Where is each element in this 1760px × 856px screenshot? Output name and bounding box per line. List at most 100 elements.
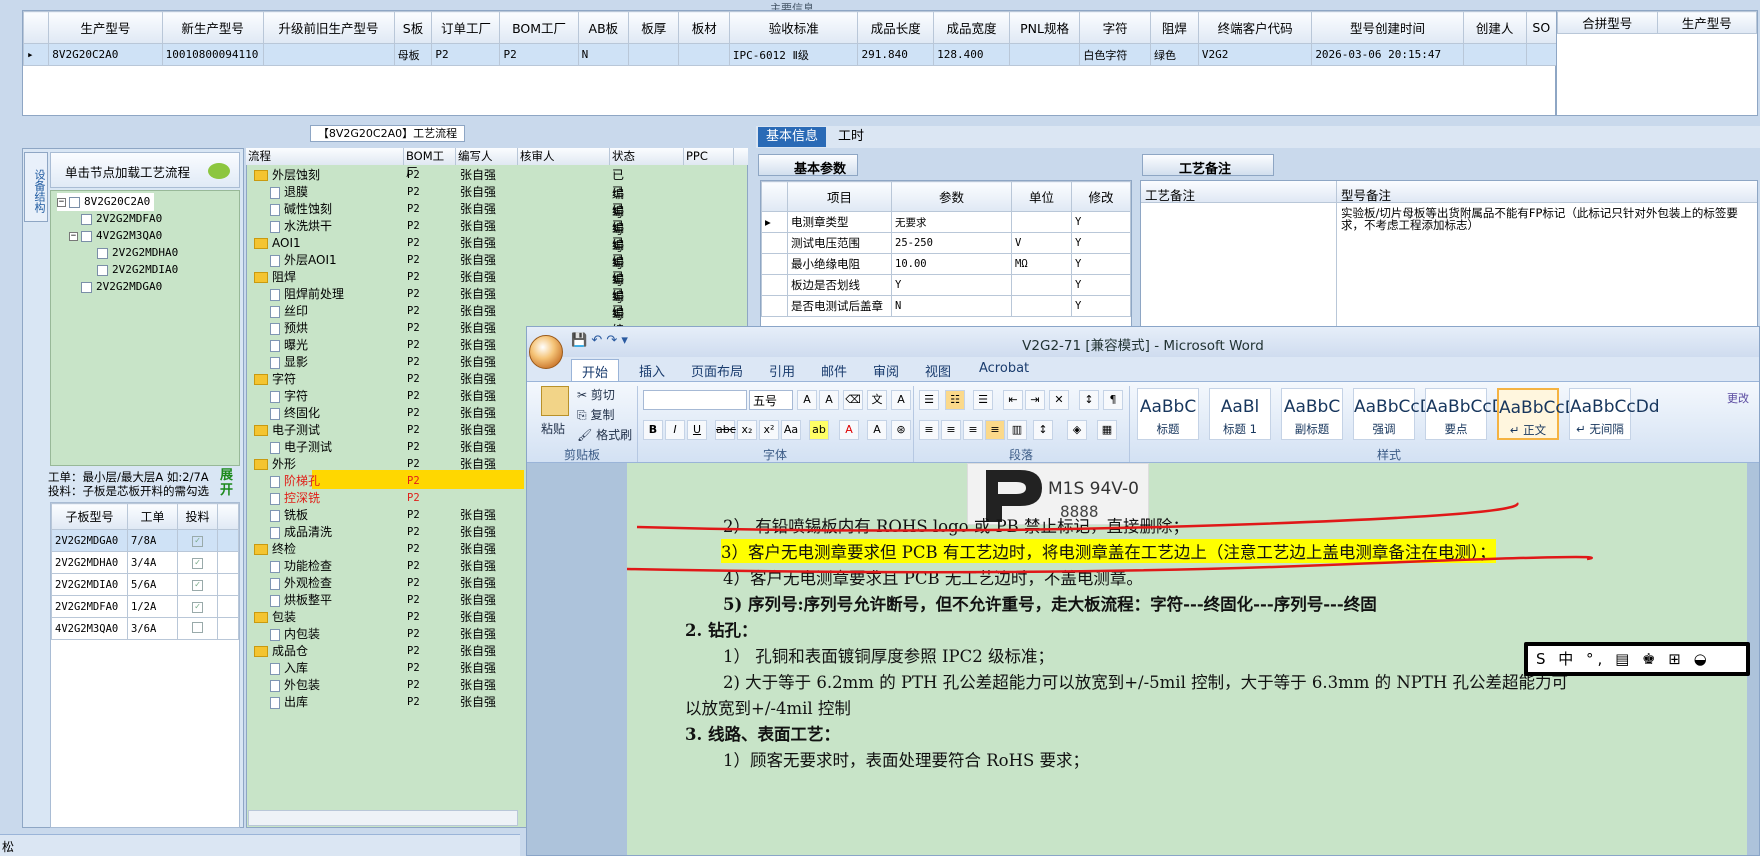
folder-icon xyxy=(254,272,268,283)
param-row[interactable]: 板边是否划线 Y Y xyxy=(761,274,1131,296)
sub-board-row[interactable]: 2V2G2MDIA0 5/6A ✓ xyxy=(51,573,239,596)
sub-board-row[interactable]: 2V2G2MDGA0 7/8A ✓ xyxy=(51,529,239,552)
cell[interactable]: V2G2 xyxy=(1197,43,1313,66)
sub-board-row[interactable]: 2V2G2MDFA0 1/2A ✓ xyxy=(51,595,239,618)
cell[interactable]: 白色字符 xyxy=(1079,43,1151,66)
sub-board-grid: 子板型号 工单 投料 2V2G2MDGA0 7/8A ✓ 2V2G2MDHA0 3/4A… xyxy=(50,502,240,828)
col-header[interactable]: PNL规格 xyxy=(1008,11,1081,44)
collapse-icon[interactable]: − xyxy=(57,197,66,207)
col-header[interactable]: 创建人 xyxy=(1462,11,1527,44)
tree-node-root[interactable]: −8V2G20C2A0 xyxy=(57,193,155,211)
cell[interactable]: P2 xyxy=(431,43,501,66)
col-header[interactable]: 成品宽度 xyxy=(933,11,1010,44)
col-feed[interactable]: 投料 xyxy=(177,503,218,530)
cell[interactable] xyxy=(1462,43,1527,66)
cell[interactable] xyxy=(1008,43,1081,66)
cell[interactable]: 128.400 xyxy=(933,43,1010,66)
col-order[interactable]: 工单 xyxy=(127,503,178,530)
tree-node[interactable]: 2V2G2MDIA0 xyxy=(97,261,178,279)
cell[interactable] xyxy=(628,43,680,66)
document-icon xyxy=(270,577,280,590)
param-row[interactable]: 是否电测试后盖章 N Y xyxy=(761,295,1131,317)
col-header[interactable]: 成品长度 xyxy=(857,11,935,44)
col-header[interactable]: 订单工厂 xyxy=(431,11,501,44)
col-header[interactable]: 生产型号 xyxy=(1656,11,1757,34)
col-sub-model[interactable]: 子板型号 xyxy=(51,503,128,530)
param-row[interactable]: ▸ 电测章类型 无要求 Y xyxy=(761,211,1131,233)
checkbox-icon[interactable] xyxy=(81,213,92,225)
folder-icon xyxy=(254,646,268,657)
process-note-title[interactable]: 工艺备注 xyxy=(1142,154,1274,177)
document-icon xyxy=(270,509,280,522)
model-note-text[interactable]: 实验板/切片母板等出货附属品不能有FP标记（此标记只针对外包装上的标签要求，不考… xyxy=(1341,207,1741,231)
param-row[interactable]: 测试电压范围 25-250 V Y xyxy=(761,232,1131,254)
document-icon xyxy=(270,492,280,505)
horizontal-scrollbar[interactable] xyxy=(248,810,518,826)
document-icon xyxy=(270,220,280,233)
col-header[interactable]: S板 xyxy=(393,11,433,44)
col-header[interactable]: 板厚 xyxy=(628,11,680,44)
flow-row[interactable]: 出库 P2 张自强 xyxy=(246,693,526,712)
col-header[interactable]: 阻焊 xyxy=(1149,11,1199,44)
col-header[interactable]: AB板 xyxy=(577,11,630,44)
cell[interactable]: 2026-03-06 20:15:47 xyxy=(1311,43,1464,66)
tree-node[interactable]: 2V2G2MDHA0 xyxy=(97,244,178,262)
col-header[interactable]: 合拼型号 xyxy=(1557,11,1658,34)
feed-checkbox[interactable]: ✓ xyxy=(192,558,203,569)
param-row[interactable]: 最小绝缘电阻 10.00 MΩ Y xyxy=(761,253,1131,275)
product-grid-row[interactable]: ▸ 8V2G20C2A0 10010800094110 母板 P2 P2 N IPC-6012… xyxy=(22,43,1558,66)
cell[interactable]: IPC-6012 Ⅱ级 xyxy=(728,43,859,66)
checkbox-icon[interactable] xyxy=(69,196,80,208)
feed-checkbox[interactable]: ✓ xyxy=(192,536,203,547)
col-header[interactable]: 验收标准 xyxy=(728,11,859,44)
tree-node[interactable]: 2V2G2MDGA0 xyxy=(81,278,162,296)
document-icon xyxy=(270,254,280,267)
tab-basic-info[interactable]: 基本信息 xyxy=(758,127,827,147)
cell[interactable]: P2 xyxy=(499,43,579,66)
col-header[interactable]: 新生产型号 xyxy=(161,11,264,44)
tab-work-hours[interactable]: 工时 xyxy=(830,127,872,147)
col-header[interactable]: 板材 xyxy=(678,11,730,44)
checkbox-icon[interactable] xyxy=(97,247,108,259)
cell[interactable]: 8V2G20C2A0 xyxy=(48,43,163,66)
checkbox-icon[interactable] xyxy=(81,281,92,293)
cell[interactable]: N xyxy=(577,43,630,66)
word-window: 💾 ↶ ↷ ▾ V2G2-71 [兼容模式] - Microsoft Word … xyxy=(526,326,1760,856)
folder-icon xyxy=(254,544,268,555)
col-header[interactable]: 字符 xyxy=(1079,11,1151,44)
col-header[interactable]: 终端客户代码 xyxy=(1197,11,1313,44)
col-header[interactable]: 生产型号 xyxy=(48,11,163,44)
basic-params-title[interactable]: 基本参数 xyxy=(758,154,858,177)
col-header[interactable]: 型号创建时间 xyxy=(1311,11,1464,44)
checkbox-icon[interactable] xyxy=(97,264,108,276)
vertical-tab-structure[interactable]: 设备结构 xyxy=(24,152,48,222)
cell[interactable]: 291.840 xyxy=(857,43,935,66)
status-bar: 松 xyxy=(0,834,520,856)
document-icon xyxy=(270,662,280,675)
document-icon xyxy=(270,526,280,539)
sub-board-row[interactable]: 2V2G2MDHA0 3/4A ✓ xyxy=(51,551,239,574)
tree-node[interactable]: −4V2G2M3QA0 xyxy=(69,227,162,245)
collapse-icon[interactable]: − xyxy=(69,231,78,241)
ime-toolbar[interactable]: S 中 °, ▤ ♚ ⊞ ◒ xyxy=(1524,642,1750,676)
cell[interactable]: 绿色 xyxy=(1149,43,1199,66)
cell[interactable] xyxy=(262,43,395,66)
col-header[interactable]: 升级前旧生产型号 xyxy=(262,11,395,44)
feed-checkbox[interactable] xyxy=(192,621,203,633)
cell[interactable] xyxy=(678,43,730,66)
document-icon xyxy=(270,560,280,573)
document-icon xyxy=(270,390,280,403)
cell[interactable] xyxy=(1525,43,1558,66)
document-icon xyxy=(270,628,280,641)
expand-button[interactable]: 展开 xyxy=(220,468,238,502)
tree-node[interactable]: 2V2G2MDFA0 xyxy=(81,210,162,228)
sub-board-row[interactable]: 4V2G2M3QA0 3/6A xyxy=(51,617,239,640)
cell[interactable]: 10010800094110 xyxy=(161,43,264,66)
folder-icon xyxy=(254,612,268,623)
col-header[interactable]: SO xyxy=(1525,11,1558,44)
col-header[interactable]: BOM工厂 xyxy=(499,11,579,44)
cell[interactable]: 母板 xyxy=(393,43,433,66)
feed-checkbox[interactable]: ✓ xyxy=(192,602,203,613)
feed-checkbox[interactable]: ✓ xyxy=(192,580,203,591)
checkbox-icon[interactable] xyxy=(81,230,92,242)
